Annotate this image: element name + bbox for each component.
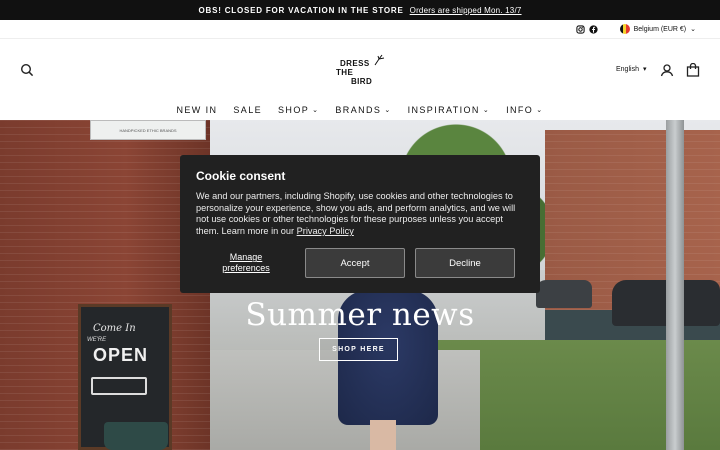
language-selector[interactable]: English ▾ (616, 65, 647, 74)
logo-line-1: DRESS (340, 59, 370, 68)
cart-icon[interactable] (686, 62, 700, 77)
nav-sale[interactable]: SALE (233, 105, 262, 115)
cookie-actions: Manage preferences Accept Decline (196, 248, 526, 278)
plant-pot (104, 422, 168, 450)
nav-label: NEW IN (176, 105, 218, 115)
cookie-body: We and our partners, including Shopify, … (196, 191, 524, 238)
account-icon[interactable] (660, 63, 674, 77)
board-arrow (91, 377, 147, 395)
accept-button[interactable]: Accept (305, 248, 405, 278)
chevron-down-icon: ⌄ (482, 107, 491, 114)
shop-here-button[interactable]: SHOP HERE (319, 338, 398, 361)
cookie-body-text: We and our partners, including Shopify, … (196, 191, 516, 237)
hero-title: Summer news (245, 297, 475, 333)
chevron-down-icon: ⌄ (312, 107, 320, 114)
chevron-down-icon: ⌄ (690, 26, 696, 33)
chevron-down-icon: ⌄ (536, 107, 544, 114)
nav-new-in[interactable]: NEW IN (177, 105, 218, 115)
board-line-2: WE'RE (87, 337, 107, 343)
cookie-consent-dialog: Cookie consent We and our partners, incl… (180, 155, 540, 293)
logo-line-3: BIRD (351, 77, 373, 86)
board-line-3: OPEN (93, 345, 149, 365)
cookie-title: Cookie consent (196, 169, 286, 183)
facebook-icon[interactable] (588, 24, 598, 34)
currency-selector[interactable]: Belgium (EUR €) ⌄ (619, 24, 696, 34)
nav-brands[interactable]: BRANDS ⌄ (335, 105, 391, 115)
nav-info[interactable]: INFO ⌄ (506, 105, 543, 115)
bird-icon (374, 54, 385, 66)
announcement-link[interactable]: Orders are shipped Mon. 13/7 (410, 6, 522, 15)
belgium-flag-icon (619, 24, 630, 34)
decline-button[interactable]: Decline (415, 248, 515, 278)
announcement-text: OBS! CLOSED FOR VACATION IN THE STORE (198, 5, 404, 15)
store-sign: HANDPICKED ETHIC BRANDS (90, 120, 206, 140)
chevron-down-icon: ⌄ (384, 107, 392, 114)
nav-label: SHOP (278, 105, 310, 115)
nav-label: INSPIRATION (407, 105, 480, 115)
nav-label: SALE (233, 105, 263, 115)
utility-bar: Belgium (EUR €) ⌄ (0, 20, 720, 38)
manage-line-2: preferences (222, 263, 270, 273)
privacy-policy-link[interactable]: Privacy Policy (297, 226, 354, 236)
main-nav: NEW IN SALE SHOP ⌄ BRANDS ⌄ INSPIRATION ⌄ I… (0, 100, 720, 120)
language-label: English (616, 65, 639, 73)
manage-preferences-link[interactable]: Manage preferences (196, 248, 296, 278)
site-header: DRESS THE BIRD English ▾ (0, 38, 720, 100)
nav-label: BRANDS (335, 105, 382, 115)
nav-shop[interactable]: SHOP ⌄ (278, 105, 319, 115)
hero-model-legs (370, 420, 396, 450)
logo-line-2: THE (336, 68, 354, 77)
nav-label: INFO (506, 105, 534, 115)
announcement-bar: OBS! CLOSED FOR VACATION IN THE STORE Or… (0, 0, 720, 20)
nav-inspiration[interactable]: INSPIRATION ⌄ (408, 105, 491, 115)
site-logo[interactable]: DRESS THE BIRD (332, 51, 392, 89)
currency-label: Belgium (EUR €) (633, 25, 687, 33)
instagram-icon[interactable] (575, 24, 585, 34)
search-icon[interactable] (20, 63, 34, 77)
caret-down-icon: ▾ (642, 66, 647, 73)
manage-line-1: Manage (229, 252, 263, 263)
